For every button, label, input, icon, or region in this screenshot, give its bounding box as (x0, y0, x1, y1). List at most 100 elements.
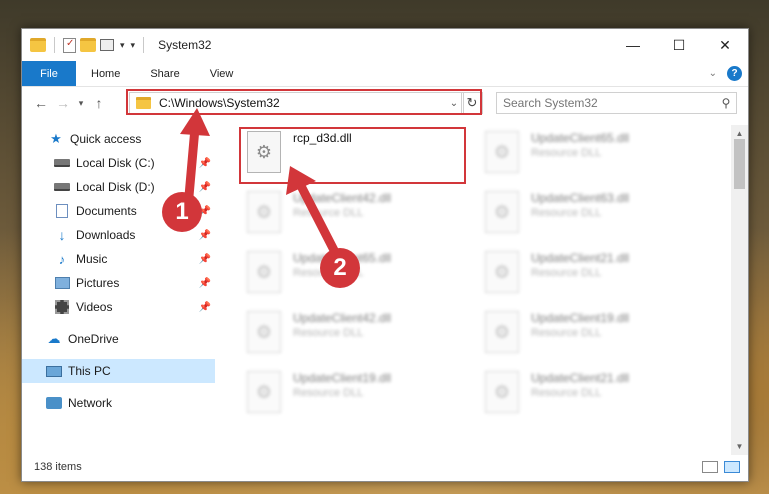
vertical-scrollbar[interactable]: ▲ ▼ (731, 125, 748, 455)
file-type: Resource DLL (531, 387, 602, 399)
sidebar-item-label: Pictures (76, 276, 120, 290)
folder-icon (30, 38, 46, 52)
sidebar-item-label: Music (76, 252, 108, 266)
documents-icon (54, 204, 70, 218)
file-type: Resource DLL (531, 147, 602, 159)
file-type: Resource DLL (531, 267, 602, 279)
dll-file-gear-icon: ⚙ (485, 131, 519, 173)
window-title: System32 (158, 38, 212, 52)
file-item[interactable]: ⚙ UpdateClient42.dll Resource DLL (241, 187, 466, 237)
disk-icon (54, 180, 70, 194)
quick-access-toolbar: ▾ ▾ (30, 37, 148, 53)
sidebar-item-quick-access[interactable]: ★ Quick access (22, 127, 215, 151)
file-item[interactable]: ⚙ UpdateClient19.dll Resource DLL (479, 307, 704, 357)
annotation-badge-1: 1 (162, 192, 202, 232)
sidebar-item-label: Videos (76, 300, 113, 314)
sidebar-item-label: Downloads (76, 228, 136, 242)
sidebar-item-label: OneDrive (68, 332, 119, 346)
sidebar-item-local-disk-c[interactable]: Local Disk (C:) 📌 (22, 151, 215, 175)
annotation-badge-2: 2 (320, 248, 360, 288)
dll-file-gear-icon: ⚙ (485, 371, 519, 413)
file-name: UpdateClient65.dll (531, 131, 630, 145)
dll-file-gear-icon: ⚙ (247, 311, 281, 353)
file-name: UpdateClient21.dll (531, 371, 630, 385)
file-type: Resource DLL (293, 207, 364, 219)
file-highlight (239, 127, 466, 184)
tab-view[interactable]: View (195, 61, 249, 86)
file-item[interactable]: ⚙ UpdateClient42.dll Resource DLL (241, 307, 466, 357)
dll-file-gear-icon: ⚙ (485, 251, 519, 293)
search-box[interactable]: ⚲ (496, 92, 737, 114)
disk-icon (54, 156, 70, 170)
sidebar-item-this-pc[interactable]: This PC (22, 359, 215, 383)
forward-arrow-icon[interactable]: → (52, 95, 74, 111)
file-name: UpdateClient42.dll (293, 191, 392, 205)
item-count: 138 items (34, 461, 82, 473)
address-bar-highlight (126, 89, 482, 115)
details-view-icon[interactable] (702, 461, 718, 473)
sidebar-item-label: Local Disk (D:) (76, 180, 155, 194)
file-type: Resource DLL (531, 327, 602, 339)
this-pc-icon (46, 364, 62, 378)
navigation-pane: ★ Quick access Local Disk (C:) 📌 Local D… (22, 125, 215, 455)
up-arrow-icon[interactable]: ↑ (88, 95, 110, 111)
file-name: UpdateClient19.dll (293, 371, 392, 385)
sidebar-item-label: Local Disk (C:) (76, 156, 155, 170)
recent-locations-chevron-icon[interactable]: ▾ (74, 98, 88, 109)
properties-icon[interactable] (100, 39, 114, 51)
sidebar-item-label: Documents (76, 204, 137, 218)
tab-file[interactable]: File (22, 61, 76, 86)
sidebar-item-network[interactable]: Network (22, 391, 215, 415)
network-icon (46, 396, 62, 410)
file-item[interactable]: ⚙ UpdateClient63.dll Resource DLL (479, 187, 704, 237)
file-type: Resource DLL (293, 327, 364, 339)
file-item[interactable]: ⚙ UpdateClient65.dll Resource DLL (479, 127, 704, 177)
divider (143, 37, 145, 53)
divider (54, 37, 55, 53)
tab-home[interactable]: Home (76, 61, 135, 86)
pin-icon[interactable]: 📌 (199, 278, 211, 289)
help-icon[interactable]: ? (727, 66, 742, 81)
star-icon: ★ (50, 131, 62, 146)
pin-icon[interactable]: 📌 (199, 182, 211, 193)
pin-icon[interactable]: 📌 (199, 302, 211, 313)
pictures-icon (54, 276, 70, 290)
file-item[interactable]: ⚙ UpdateClient21.dll Resource DLL (479, 247, 704, 297)
customize-toolbar-chevron-icon[interactable]: ▾ (120, 40, 125, 51)
dll-file-gear-icon: ⚙ (247, 371, 281, 413)
search-icon: ⚲ (721, 96, 731, 110)
sidebar-item-pictures[interactable]: Pictures 📌 (22, 271, 215, 295)
sidebar-item-music[interactable]: ♪ Music 📌 (22, 247, 215, 271)
file-type: Resource DLL (293, 387, 364, 399)
tab-share[interactable]: Share (135, 61, 194, 86)
pin-icon[interactable]: 📌 (199, 158, 211, 169)
file-name: UpdateClient21.dll (531, 251, 630, 265)
window-controls: — ☐ ✕ (610, 29, 748, 61)
new-folder-icon[interactable] (80, 38, 96, 52)
file-item[interactable]: ⚙ UpdateClient21.dll Resource DLL (479, 367, 704, 417)
minimize-button[interactable]: — (610, 29, 656, 61)
dll-file-gear-icon: ⚙ (485, 191, 519, 233)
search-input[interactable] (503, 96, 716, 110)
music-icon: ♪ (58, 251, 66, 267)
close-button[interactable]: ✕ (702, 29, 748, 61)
maximize-button[interactable]: ☐ (656, 29, 702, 61)
file-name: UpdateClient19.dll (531, 311, 630, 325)
pin-icon[interactable]: 📌 (199, 254, 211, 265)
dll-file-gear-icon: ⚙ (485, 311, 519, 353)
sidebar-item-videos[interactable]: Videos 📌 (22, 295, 215, 319)
file-name: UpdateClient42.dll (293, 311, 392, 325)
large-icons-view-icon[interactable] (724, 461, 740, 473)
file-item[interactable]: ⚙ UpdateClient19.dll Resource DLL (241, 367, 466, 417)
scroll-thumb[interactable] (734, 139, 745, 189)
properties-check-icon[interactable] (63, 37, 76, 53)
sidebar-item-onedrive[interactable]: ☁ OneDrive (22, 327, 215, 351)
expand-ribbon-chevron-icon[interactable]: ⌄ (709, 68, 717, 79)
ribbon-tabs: File Home Share View ⌄ ? (22, 61, 748, 87)
pin-icon[interactable]: 📌 (199, 230, 211, 241)
file-type: Resource DLL (531, 207, 602, 219)
toolbar-dropdown-icon[interactable]: ▾ (131, 40, 136, 51)
onedrive-icon: ☁ (47, 331, 61, 346)
sidebar-item-label: This PC (68, 364, 111, 378)
back-arrow-icon[interactable]: ← (30, 95, 52, 111)
